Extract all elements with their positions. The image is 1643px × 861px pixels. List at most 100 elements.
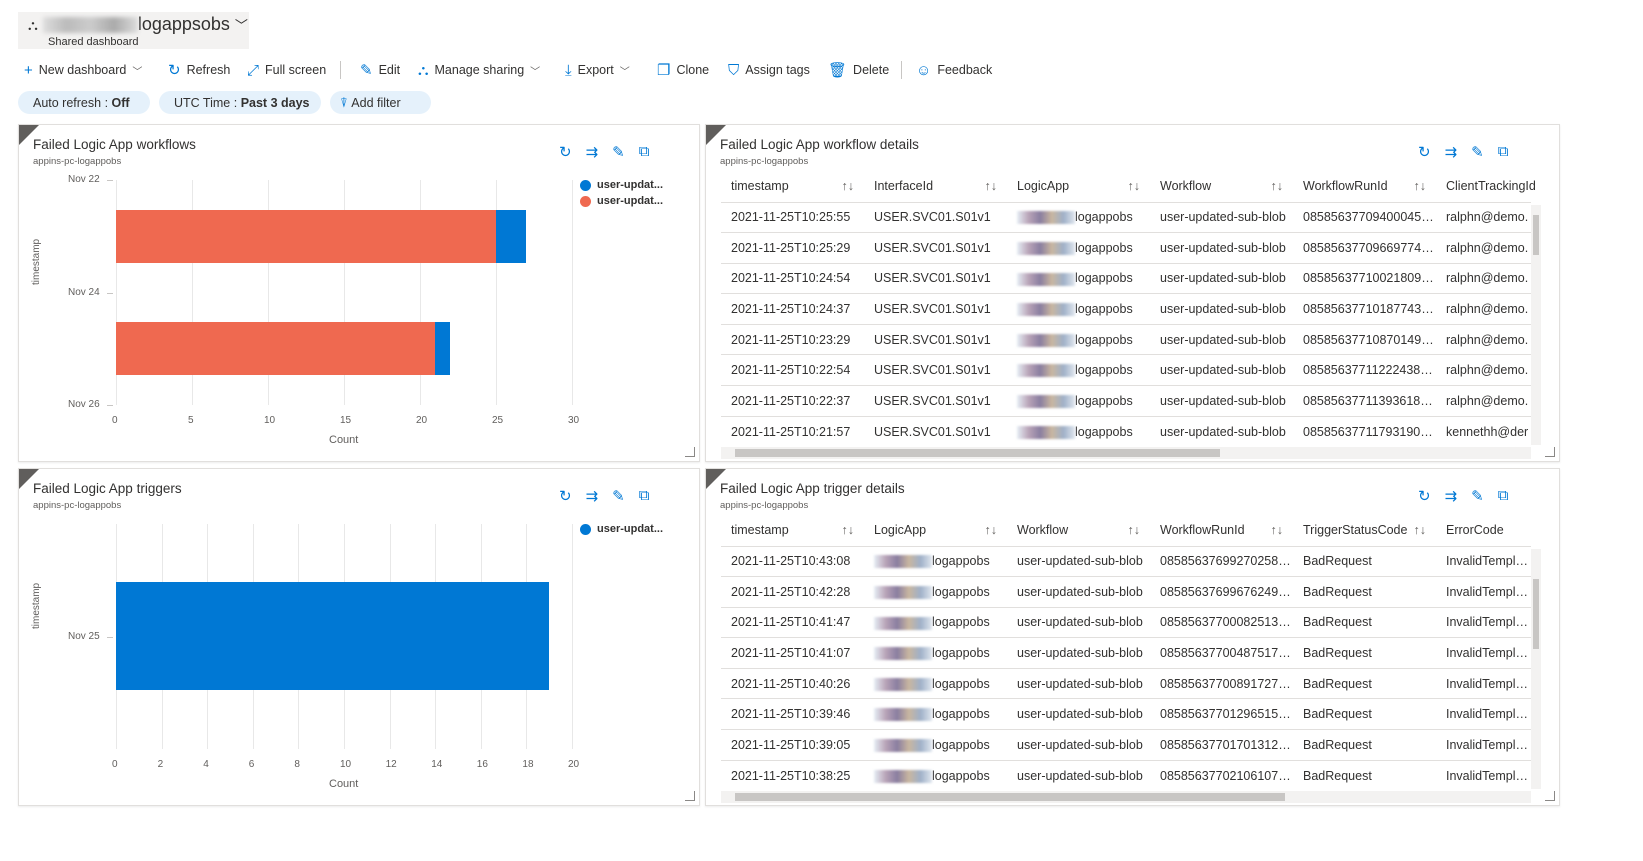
auto-refresh-pill[interactable]: Auto refresh : Off: [18, 91, 150, 114]
add-filter-button[interactable]: ⍒ Add filter: [330, 91, 431, 114]
sort-icon[interactable]: ↑↓: [985, 179, 998, 193]
table-cell: user-updated-sub-blob: [1150, 354, 1293, 386]
column-header[interactable]: WorkflowRunId ↑↓: [1150, 514, 1293, 546]
column-header[interactable]: WorkflowRunId ↑↓: [1293, 170, 1436, 202]
scroll-thumb[interactable]: [735, 793, 1285, 801]
tile-actions: ↻ ⇉ ✎ ⧉: [559, 143, 649, 161]
table-row[interactable]: 2021-11-25T10:43:08 logappobs user-updated…: [721, 545, 1531, 577]
open-in-logs-icon[interactable]: ⇉: [1445, 487, 1458, 505]
column-header[interactable]: Workflow ↑↓: [1007, 514, 1150, 546]
table-cell: BadRequest: [1293, 729, 1436, 761]
vertical-scrollbar[interactable]: [1531, 549, 1541, 789]
horizontal-scrollbar[interactable]: [721, 791, 1531, 803]
vertical-scrollbar[interactable]: [1531, 205, 1541, 445]
sort-icon[interactable]: ↑↓: [985, 523, 998, 537]
sort-icon[interactable]: ↑↓: [842, 523, 855, 537]
sort-icon[interactable]: ↑↓: [1128, 179, 1141, 193]
resize-handle[interactable]: [1545, 447, 1555, 457]
column-header[interactable]: timestamp ↑↓: [721, 514, 864, 546]
table-row[interactable]: 2021-11-25T10:41:47 logappobs user-updated…: [721, 606, 1531, 638]
pin-icon[interactable]: ⧉: [639, 143, 650, 161]
table-row[interactable]: 2021-11-25T10:24:37 USER.SVC01.S01v1 logap…: [721, 293, 1531, 325]
table-row[interactable]: 2021-11-25T10:24:54 USER.SVC01.S01v1 logap…: [721, 262, 1531, 294]
new-dashboard-button[interactable]: + New dashboard ﹀: [24, 60, 142, 80]
sort-icon[interactable]: ↑↓: [842, 179, 855, 193]
table-row[interactable]: 2021-11-25T10:23:29 USER.SVC01.S01v1 logap…: [721, 323, 1531, 355]
column-header[interactable]: timestamp ↑↓: [721, 170, 864, 202]
horizontal-scrollbar[interactable]: [721, 447, 1531, 459]
refresh-icon[interactable]: ↻: [1418, 487, 1431, 505]
open-in-logs-icon[interactable]: ⇉: [1445, 143, 1458, 161]
resize-handle[interactable]: [685, 447, 695, 457]
bar-segment[interactable]: [435, 322, 451, 375]
column-header[interactable]: Workflow ↑↓: [1150, 170, 1293, 202]
legend-item[interactable]: user-updat...: [580, 523, 663, 535]
refresh-icon[interactable]: ↻: [559, 143, 572, 161]
table-cell: ralphn@demo.: [1436, 232, 1531, 264]
table-cell: 085856377108701491...: [1293, 323, 1436, 355]
table-row[interactable]: 2021-11-25T10:39:46 logappobs user-updated…: [721, 698, 1531, 730]
legend-item[interactable]: user-updat...: [580, 195, 663, 207]
pin-icon[interactable]: ⧉: [639, 487, 650, 505]
bar-segment[interactable]: [496, 210, 527, 263]
table-row[interactable]: 2021-11-25T10:39:05 logappobs user-updated…: [721, 729, 1531, 761]
pin-icon[interactable]: ⧉: [1498, 143, 1509, 161]
edit-query-icon[interactable]: ✎: [612, 487, 625, 505]
edit-query-icon[interactable]: ✎: [1471, 487, 1484, 505]
delete-button[interactable]: 🗑 Delete: [828, 60, 889, 80]
refresh-icon[interactable]: ↻: [559, 487, 572, 505]
table-row[interactable]: 2021-11-25T10:22:54 USER.SVC01.S01v1 logap…: [721, 354, 1531, 386]
full-screen-button[interactable]: ⤢ Full screen: [247, 60, 326, 80]
resize-handle[interactable]: [685, 791, 695, 801]
table-row[interactable]: 2021-11-25T10:40:26 logappobs user-updated…: [721, 667, 1531, 699]
resize-handle[interactable]: [1545, 791, 1555, 801]
sort-icon[interactable]: ↑↓: [1414, 179, 1427, 193]
refresh-button[interactable]: ↻ Refresh: [168, 60, 230, 80]
manage-sharing-button[interactable]: ⛬ Manage sharing ﹀: [418, 60, 540, 80]
edit-button[interactable]: ✎ Edit: [360, 60, 400, 80]
time-range-pill[interactable]: UTC Time : Past 3 days: [159, 91, 321, 114]
pin-icon[interactable]: ⧉: [1498, 487, 1509, 505]
table-row[interactable]: 2021-11-25T10:42:28 logappobs user-updated…: [721, 576, 1531, 608]
scroll-thumb[interactable]: [1533, 579, 1539, 649]
legend-item[interactable]: user-updat...: [580, 179, 663, 191]
scroll-thumb[interactable]: [735, 449, 1220, 457]
sort-icon[interactable]: ↑↓: [1271, 179, 1284, 193]
clone-button[interactable]: ❐ Clone: [657, 60, 709, 80]
edit-query-icon[interactable]: ✎: [612, 143, 625, 161]
table-row[interactable]: 2021-11-25T10:25:55 USER.SVC01.S01v1 logap…: [721, 201, 1531, 233]
column-header[interactable]: ErrorCode: [1436, 514, 1531, 546]
bar-segment[interactable]: [116, 322, 436, 375]
table-cell: user-updated-sub-blob: [1007, 729, 1150, 761]
feedback-button[interactable]: ☺ Feedback: [916, 60, 992, 80]
sort-icon[interactable]: ↑↓: [1414, 523, 1427, 537]
table-row[interactable]: 2021-11-25T10:21:57 USER.SVC01.S01v1 logap…: [721, 415, 1531, 447]
bar-segment[interactable]: [116, 582, 550, 690]
table-row[interactable]: 2021-11-25T10:22:37 USER.SVC01.S01v1 logap…: [721, 385, 1531, 417]
sort-icon[interactable]: ↑↓: [1128, 523, 1141, 537]
table-row[interactable]: 2021-11-25T10:38:25 logappobs user-updated…: [721, 759, 1531, 791]
table-cell: 085856377021061076...: [1150, 759, 1293, 791]
table-cell: 2021-11-25T10:24:54: [721, 262, 864, 294]
bar-segment[interactable]: [116, 210, 496, 263]
x-tick-label: 10: [340, 759, 352, 770]
scroll-thumb[interactable]: [1533, 215, 1539, 255]
edit-query-icon[interactable]: ✎: [1471, 143, 1484, 161]
column-header[interactable]: LogicApp ↑↓: [864, 514, 1007, 546]
table-row[interactable]: 2021-11-25T10:25:29 USER.SVC01.S01v1 logap…: [721, 232, 1531, 264]
open-in-logs-icon[interactable]: ⇉: [586, 143, 599, 161]
table-cell: user-updated-sub-blob: [1150, 262, 1293, 294]
open-in-logs-icon[interactable]: ⇉: [586, 487, 599, 505]
assign-tags-button[interactable]: ⛉ Assign tags: [728, 60, 810, 80]
sort-icon[interactable]: ↑↓: [1271, 523, 1284, 537]
refresh-icon[interactable]: ↻: [1418, 143, 1431, 161]
column-header[interactable]: LogicApp ↑↓: [1007, 170, 1150, 202]
export-button[interactable]: ⤓ Export ﹀: [565, 60, 630, 80]
column-header[interactable]: ClientTrackingId: [1436, 170, 1536, 202]
column-header[interactable]: TriggerStatusCode ↑↓: [1293, 514, 1436, 546]
table-row[interactable]: 2021-11-25T10:41:07 logappobs user-updated…: [721, 637, 1531, 669]
dashboard-title[interactable]: ⛬ logappsobs ﹀: [28, 14, 248, 35]
table-cell: 2021-11-25T10:23:29: [721, 323, 864, 355]
table-cell: ralphn@demo.: [1436, 323, 1531, 355]
column-header[interactable]: InterfaceId ↑↓: [864, 170, 1007, 202]
